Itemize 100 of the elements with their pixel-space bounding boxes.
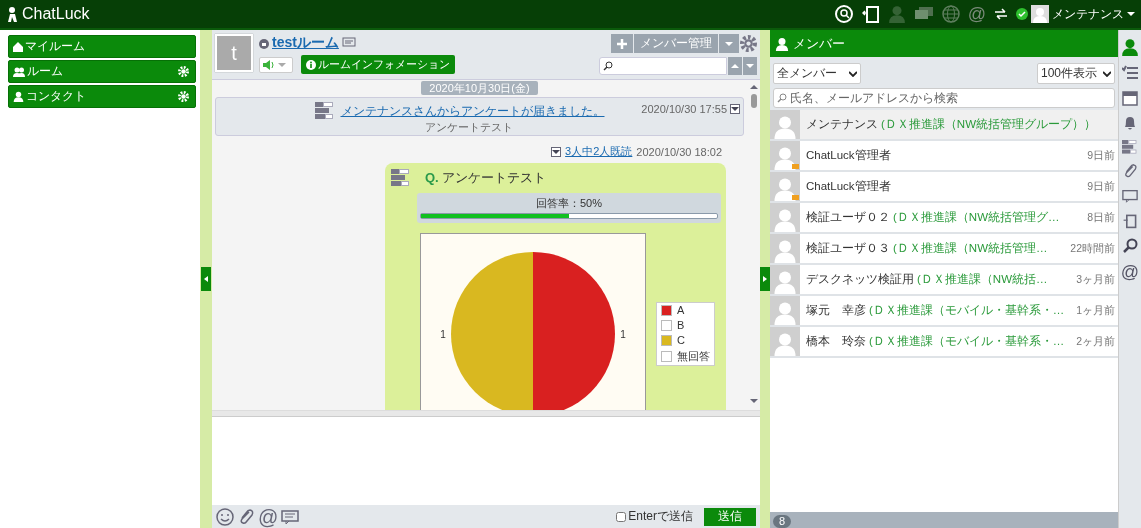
legend-label: A: [677, 304, 685, 316]
page-size-select[interactable]: 100件表示: [1036, 63, 1115, 84]
next-button[interactable]: [743, 57, 757, 75]
last-active-time: 8日前: [1086, 210, 1116, 225]
member-row[interactable]: 検証ユーザ０３ (ＤＸ推進課（NW統括管理… 22時間前: [770, 234, 1118, 265]
member-row[interactable]: デスクネッツ検証用 (ＤＸ推進課（NW統括… 3ヶ月前: [770, 265, 1118, 296]
member-row[interactable]: ChatLuck管理者 9日前: [770, 172, 1118, 203]
last-active-time: 9日前: [1086, 179, 1116, 194]
resize-handle[interactable]: [212, 410, 760, 417]
member-row[interactable]: 橋本 玲奈 (ＤＸ推進課（モバイル・基幹系・… 2ヶ月前: [770, 327, 1118, 358]
avatar: [773, 301, 797, 325]
sidebar-item[interactable]: ルーム: [8, 60, 196, 83]
member-department: (ＤＸ推進課（モバイル・基幹系・…: [869, 334, 1065, 349]
members-icon[interactable]: [1121, 38, 1139, 56]
member-search-field[interactable]: 氏名、メールアドレスから検索: [773, 88, 1115, 108]
notification-subtitle: アンケートテスト: [423, 120, 513, 135]
chat-icon[interactable]: [913, 6, 934, 22]
chat-icon[interactable]: [281, 508, 300, 525]
sidebar-label: ルーム: [27, 63, 64, 80]
last-active-time: 3ヶ月前: [1075, 272, 1116, 287]
last-active-time: 1ヶ月前: [1075, 303, 1116, 318]
last-active-time: 22時間前: [1069, 241, 1116, 256]
legend-label: 無回答: [677, 349, 710, 364]
sidebar-label: コンタクト: [26, 88, 87, 105]
gear-icon[interactable]: [178, 91, 189, 102]
message-menu-button[interactable]: [551, 146, 562, 157]
mention-icon[interactable]: @: [967, 5, 986, 23]
checklist-icon[interactable]: [1122, 65, 1138, 81]
search-field[interactable]: [599, 57, 727, 75]
swap-icon[interactable]: [994, 8, 1008, 20]
read-status-link[interactable]: 3人中2人既読: [565, 144, 633, 159]
survey-icon[interactable]: [1122, 140, 1138, 155]
info-icon: [306, 59, 316, 70]
enter-to-send-label: Enterで送信: [628, 508, 693, 525]
message-time: 2020/10/30 17:55: [641, 103, 727, 115]
lock-icon: [259, 37, 269, 49]
avatar: [773, 146, 797, 170]
legend-swatch: [661, 351, 672, 362]
member-department: (ＤＸ推進課（NW統括管理グループ））: [881, 117, 1096, 132]
sidebar-item[interactable]: マイルーム: [8, 35, 196, 58]
sound-toggle[interactable]: [259, 56, 293, 73]
avatar: [773, 332, 797, 356]
member-row[interactable]: 検証ユーザ０２ (ＤＸ推進課（NW統括管理グ… 8日前: [770, 203, 1118, 234]
member-name: 橋本 玲奈: [806, 334, 866, 349]
member-name: ChatLuck管理者: [806, 179, 891, 194]
sidebar-item[interactable]: コンタクト: [8, 85, 196, 108]
chat-icon[interactable]: [341, 37, 356, 49]
dropdown-button[interactable]: [719, 34, 739, 53]
caret-icon: [1127, 11, 1135, 17]
members-icon: [775, 36, 789, 51]
settings-icon[interactable]: [740, 35, 757, 52]
caret-icon: [731, 106, 739, 112]
scroll-up-icon: [750, 84, 758, 90]
response-rate-label: 回答率：50%: [536, 196, 602, 211]
expand-button[interactable]: [760, 267, 770, 291]
mention-icon[interactable]: @: [1120, 263, 1140, 282]
calendar-icon[interactable]: [1122, 90, 1138, 106]
member-row[interactable]: メンテナンス (ＤＸ推進課（NW統括管理グループ））: [770, 110, 1118, 141]
legend-label: B: [677, 319, 685, 331]
message-menu-button[interactable]: [730, 104, 740, 114]
room-title[interactable]: testルーム: [272, 34, 339, 52]
chat-search-icon[interactable]: [833, 4, 854, 24]
legend-swatch: [661, 304, 672, 316]
chevron-icon: [1103, 70, 1111, 77]
legend-label: C: [677, 334, 685, 346]
message-input[interactable]: [212, 417, 760, 505]
collapse-button[interactable]: [201, 267, 211, 291]
prev-button[interactable]: [728, 57, 742, 75]
avatar: [773, 239, 797, 263]
avatar: [773, 115, 797, 139]
avatar: [773, 270, 797, 294]
globe-icon[interactable]: [941, 5, 960, 23]
app-logo: ChatLuck: [6, 5, 90, 23]
last-active-time: 9日前: [1086, 148, 1116, 163]
logo-icon: [6, 6, 18, 22]
member-row[interactable]: ChatLuck管理者 9日前: [770, 141, 1118, 172]
search-icon: [777, 93, 787, 103]
member-name: 塚元 幸彦: [806, 303, 866, 318]
member-row[interactable]: 塚元 幸彦 (ＤＸ推進課（モバイル・基幹系・… 1ヶ月前: [770, 296, 1118, 327]
chat-icon[interactable]: [1122, 188, 1138, 205]
notification-link[interactable]: メンテナンスさんからアンケートが届きました。: [340, 102, 605, 120]
user-name[interactable]: メンテナンス: [1052, 5, 1124, 23]
bell-icon[interactable]: [1122, 115, 1138, 131]
mention-icon[interactable]: @: [258, 506, 279, 527]
clipboard-icon[interactable]: [1122, 213, 1138, 230]
member-count: 8: [773, 515, 792, 528]
enter-to-send-checkbox[interactable]: [616, 511, 627, 522]
caret-icon: [552, 148, 561, 155]
add-button[interactable]: [611, 34, 633, 53]
scroll-thumb[interactable]: [751, 94, 757, 108]
member-filter-select[interactable]: 全メンバー: [773, 63, 861, 84]
emoji-icon[interactable]: [216, 507, 234, 526]
home-icon: [13, 41, 23, 52]
send-button[interactable]: 送信: [704, 507, 756, 526]
clipboard-icon[interactable]: [861, 4, 880, 24]
attachment-icon[interactable]: [1122, 163, 1138, 180]
gear-icon[interactable]: [178, 66, 189, 77]
people-icon: [13, 66, 25, 77]
room-info-button[interactable]: ルームインフォメーション: [301, 55, 455, 74]
search-icon[interactable]: [1122, 238, 1138, 255]
